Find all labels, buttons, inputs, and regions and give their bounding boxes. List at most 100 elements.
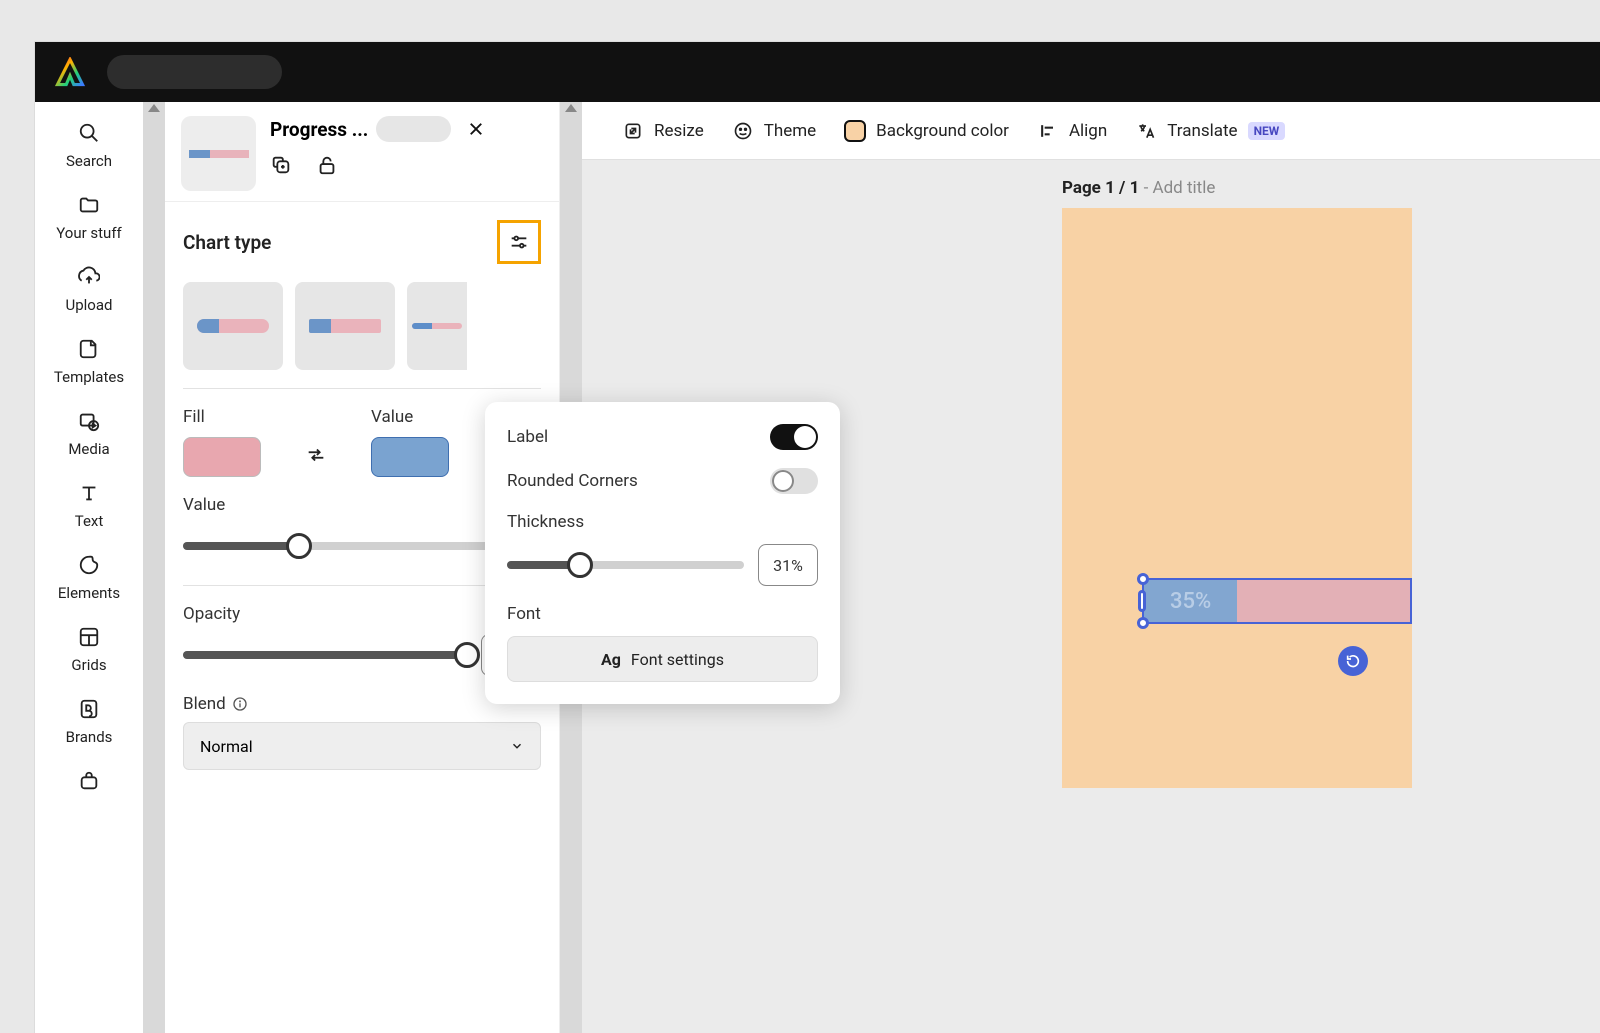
chevron-down-icon [510, 739, 524, 753]
info-icon[interactable] [232, 696, 248, 712]
align-button[interactable]: Align [1037, 120, 1107, 142]
nav-search-label: Search [66, 152, 112, 170]
label-toggle[interactable] [770, 424, 818, 450]
fill-color-swatch[interactable] [183, 437, 261, 477]
font-icon: Ag [601, 650, 621, 669]
resize-label: Resize [654, 121, 704, 141]
nav-text[interactable]: Text [75, 480, 104, 530]
page-title-placeholder: - Add title [1139, 178, 1215, 198]
progress-bar-fill: 35% [1144, 580, 1237, 622]
rounded-corners-toggle[interactable] [770, 468, 818, 494]
element-thumbnail [181, 116, 256, 191]
chart-type-heading: Chart type [183, 231, 271, 254]
thickness-number-input[interactable]: 31% [758, 544, 818, 586]
font-label: Font [507, 604, 818, 624]
swap-colors-button[interactable] [305, 444, 327, 466]
top-search-placeholder[interactable] [107, 55, 282, 89]
app-frame: Search Your stuff Upload Templates Media… [35, 42, 1600, 1033]
chart-settings-popover: Label Rounded Corners Thickness 31% Font [485, 402, 840, 704]
duplicate-button[interactable] [270, 154, 292, 176]
opacity-slider[interactable] [183, 651, 467, 659]
nav-grids-label: Grids [71, 656, 106, 674]
panel-scroll-left[interactable] [143, 102, 165, 1033]
resize-icon [622, 120, 644, 142]
nav-more[interactable] [76, 768, 102, 794]
nav-media[interactable]: Media [68, 408, 109, 458]
media-icon [76, 408, 102, 434]
chart-type-settings-button[interactable] [497, 220, 541, 264]
brands-icon [76, 696, 102, 722]
lock-button[interactable] [316, 154, 338, 176]
align-label: Align [1069, 121, 1107, 141]
divider [183, 388, 541, 389]
blend-label: Blend [183, 694, 226, 714]
value-slider-label: Value [183, 495, 225, 515]
chart-type-rounded[interactable] [183, 282, 283, 370]
nav-text-label: Text [75, 512, 104, 530]
selection-handle-bottom-left[interactable] [1137, 617, 1149, 629]
value-slider[interactable] [183, 542, 513, 550]
page-label[interactable]: Page 1 / 1 - Add title [1062, 178, 1215, 198]
rounded-toggle-label: Rounded Corners [507, 471, 638, 491]
panel-title: Progress ... [270, 118, 368, 141]
left-nav: Search Your stuff Upload Templates Media… [35, 102, 143, 1033]
top-bar [35, 42, 1600, 102]
reset-rotation-button[interactable] [1338, 646, 1368, 676]
progress-bar-track [1237, 580, 1410, 622]
contextual-toolbar: Resize Theme Background color Align Tran… [582, 102, 1600, 160]
bag-icon [76, 768, 102, 794]
background-label: Background color [876, 121, 1009, 141]
align-icon [1037, 120, 1059, 142]
theme-label: Theme [764, 121, 816, 141]
templates-icon [76, 336, 102, 362]
font-settings-button[interactable]: Ag Font settings [507, 636, 818, 682]
page-number: Page 1 / 1 [1062, 178, 1139, 198]
font-settings-label: Font settings [631, 650, 724, 669]
theme-icon [732, 120, 754, 142]
elements-icon [76, 552, 102, 578]
nav-brands-label: Brands [66, 728, 113, 746]
app-logo[interactable] [55, 57, 85, 87]
progress-bar-element[interactable]: 35% [1142, 578, 1412, 624]
grids-icon [76, 624, 102, 650]
nav-search[interactable]: Search [66, 120, 112, 170]
chart-type-square[interactable] [295, 282, 395, 370]
scroll-up-icon [148, 104, 160, 112]
value-color-swatch[interactable] [371, 437, 449, 477]
chart-type-picker [183, 282, 541, 370]
nav-elements[interactable]: Elements [58, 552, 120, 602]
new-badge: NEW [1248, 122, 1286, 140]
nav-your-stuff-label: Your stuff [56, 224, 122, 242]
selection-handle-mid-left[interactable] [1138, 590, 1146, 612]
translate-button[interactable]: Translate NEW [1135, 120, 1285, 142]
resize-button[interactable]: Resize [622, 120, 704, 142]
blend-mode-select[interactable]: Normal [183, 722, 541, 770]
chart-type-thin[interactable] [407, 282, 467, 370]
text-icon [76, 480, 102, 506]
nav-upload-label: Upload [66, 296, 113, 314]
blend-mode-value: Normal [200, 737, 253, 756]
panel-header: Progress ... [165, 102, 559, 202]
nav-media-label: Media [68, 440, 109, 458]
progress-value-label: 35% [1170, 589, 1211, 614]
nav-elements-label: Elements [58, 584, 120, 602]
nav-templates-label: Templates [54, 368, 124, 386]
translate-label: Translate [1167, 121, 1237, 141]
translate-icon [1135, 120, 1157, 142]
document-page[interactable]: 35% [1062, 208, 1412, 788]
fill-label: Fill [183, 407, 261, 427]
close-panel-button[interactable] [467, 120, 485, 138]
theme-button[interactable]: Theme [732, 120, 816, 142]
search-icon [76, 120, 102, 146]
main-area: Search Your stuff Upload Templates Media… [35, 102, 1600, 1033]
nav-your-stuff[interactable]: Your stuff [56, 192, 122, 242]
thickness-slider[interactable] [507, 561, 744, 569]
label-toggle-label: Label [507, 427, 548, 447]
nav-templates[interactable]: Templates [54, 336, 124, 386]
selection-handle-top-left[interactable] [1137, 573, 1149, 585]
nav-brands[interactable]: Brands [66, 696, 113, 746]
nav-grids[interactable]: Grids [71, 624, 106, 674]
value-color-label: Value [371, 407, 449, 427]
nav-upload[interactable]: Upload [66, 264, 113, 314]
background-color-button[interactable]: Background color [844, 120, 1009, 142]
